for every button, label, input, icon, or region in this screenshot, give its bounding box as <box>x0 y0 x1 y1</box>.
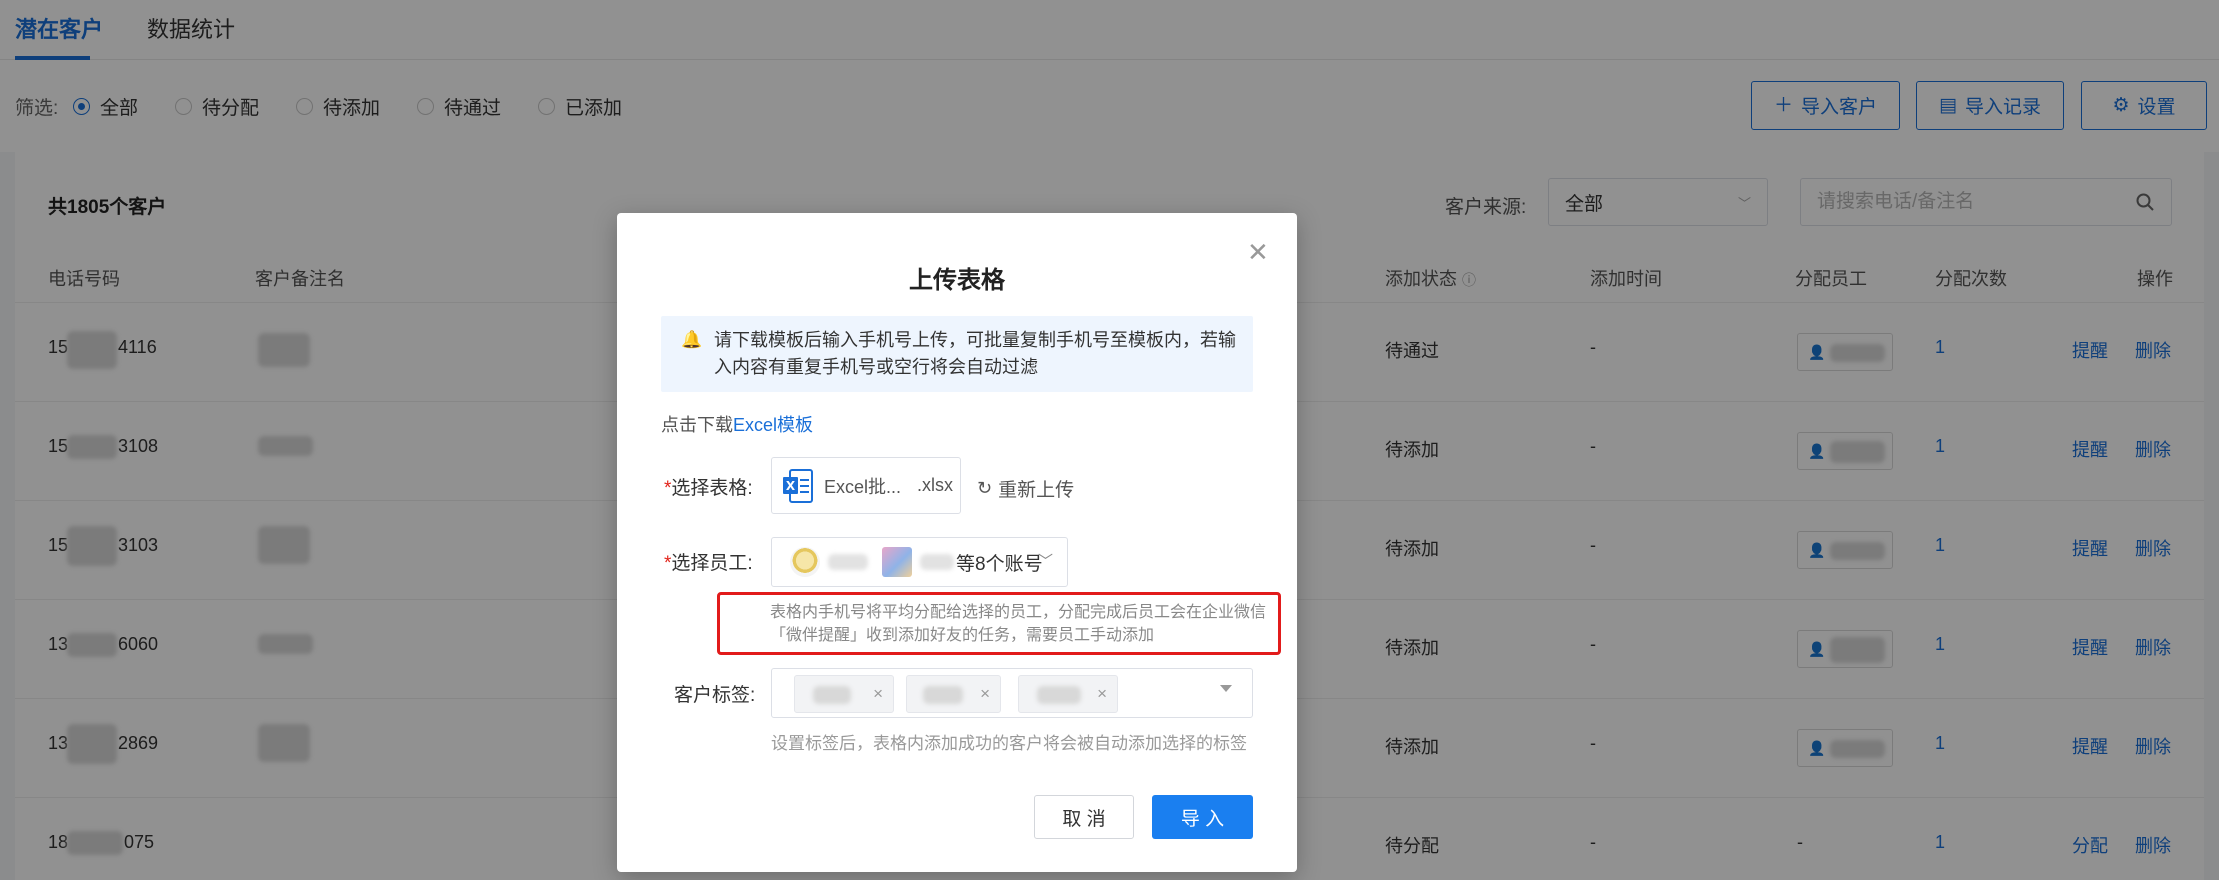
reupload-label: 重新上传 <box>998 480 1075 501</box>
redacted-name <box>920 554 954 570</box>
reupload-button[interactable]: ↻ 重新上传 <box>977 475 1074 502</box>
cancel-button[interactable]: 取 消 <box>1034 795 1134 839</box>
notice-text: 请下载模板后输入手机号上传，可批量复制手机号至模板内，若输入内容有重复手机号或空… <box>714 330 1236 377</box>
avatar <box>882 547 912 577</box>
download-prefix: 点击下载 <box>661 415 733 435</box>
file-field-label: *选择表格: <box>664 473 753 500</box>
tag-chip: × <box>794 675 894 713</box>
redacted-tag <box>813 686 851 704</box>
refresh-icon: ↻ <box>977 478 993 498</box>
tag-chip: × <box>1018 675 1118 713</box>
file-label-text: 选择表格: <box>671 478 753 499</box>
staff-label-text: 选择员工: <box>671 553 753 574</box>
staff-hint-text: 表格内手机号将平均分配给选择的员工，分配完成后员工会在企业微信「微伴提醒」收到添… <box>770 604 1267 644</box>
highlighted-staff-hint: 表格内手机号将平均分配给选择的员工，分配完成后员工会在企业微信「微伴提醒」收到添… <box>717 592 1281 655</box>
tag-hint-text: 设置标签后，表格内添加成功的客户将会被自动添加选择的标签 <box>771 734 1247 753</box>
staff-select-value: 等8个账号 <box>956 553 1043 575</box>
avatar <box>790 547 820 577</box>
redacted-tag <box>923 686 963 704</box>
file-name: Excel批... <box>824 476 902 497</box>
close-icon[interactable]: × <box>873 684 883 704</box>
excel-file-icon: X <box>783 468 813 503</box>
chevron-down-icon: ﹀ <box>1037 553 1053 570</box>
download-template: 点击下载Excel模板 <box>661 411 813 437</box>
redacted-tag <box>1037 686 1081 704</box>
bell-icon: 🔔 <box>681 330 703 349</box>
redacted-name <box>828 554 868 570</box>
tag-chip: × <box>906 675 1001 713</box>
excel-template-link[interactable]: Excel模板 <box>733 415 813 435</box>
dialog-title: 上传表格 <box>909 267 1005 294</box>
notice-banner: 🔔 请下载模板后输入手机号上传，可批量复制手机号至模板内，若输入内容有重复手机号… <box>661 316 1253 392</box>
import-button[interactable]: 导 入 <box>1152 795 1253 839</box>
selected-file[interactable]: X Excel批... .xlsx <box>771 457 961 514</box>
svg-text:X: X <box>786 479 796 493</box>
staff-select[interactable]: 等8个账号 ﹀ <box>771 537 1068 587</box>
caret-down-icon[interactable] <box>1220 685 1232 692</box>
tag-field-label: 客户标签: <box>674 685 756 706</box>
close-icon[interactable]: ✕ <box>1247 239 1269 265</box>
close-icon[interactable]: × <box>980 684 990 704</box>
upload-table-dialog: 上传表格 ✕ 🔔 请下载模板后输入手机号上传，可批量复制手机号至模板内，若输入内… <box>617 213 1297 872</box>
tag-select[interactable]: × × × <box>771 668 1253 718</box>
staff-field-label: *选择员工: <box>664 548 753 575</box>
close-icon[interactable]: × <box>1097 684 1107 704</box>
file-extension: .xlsx <box>917 475 954 495</box>
